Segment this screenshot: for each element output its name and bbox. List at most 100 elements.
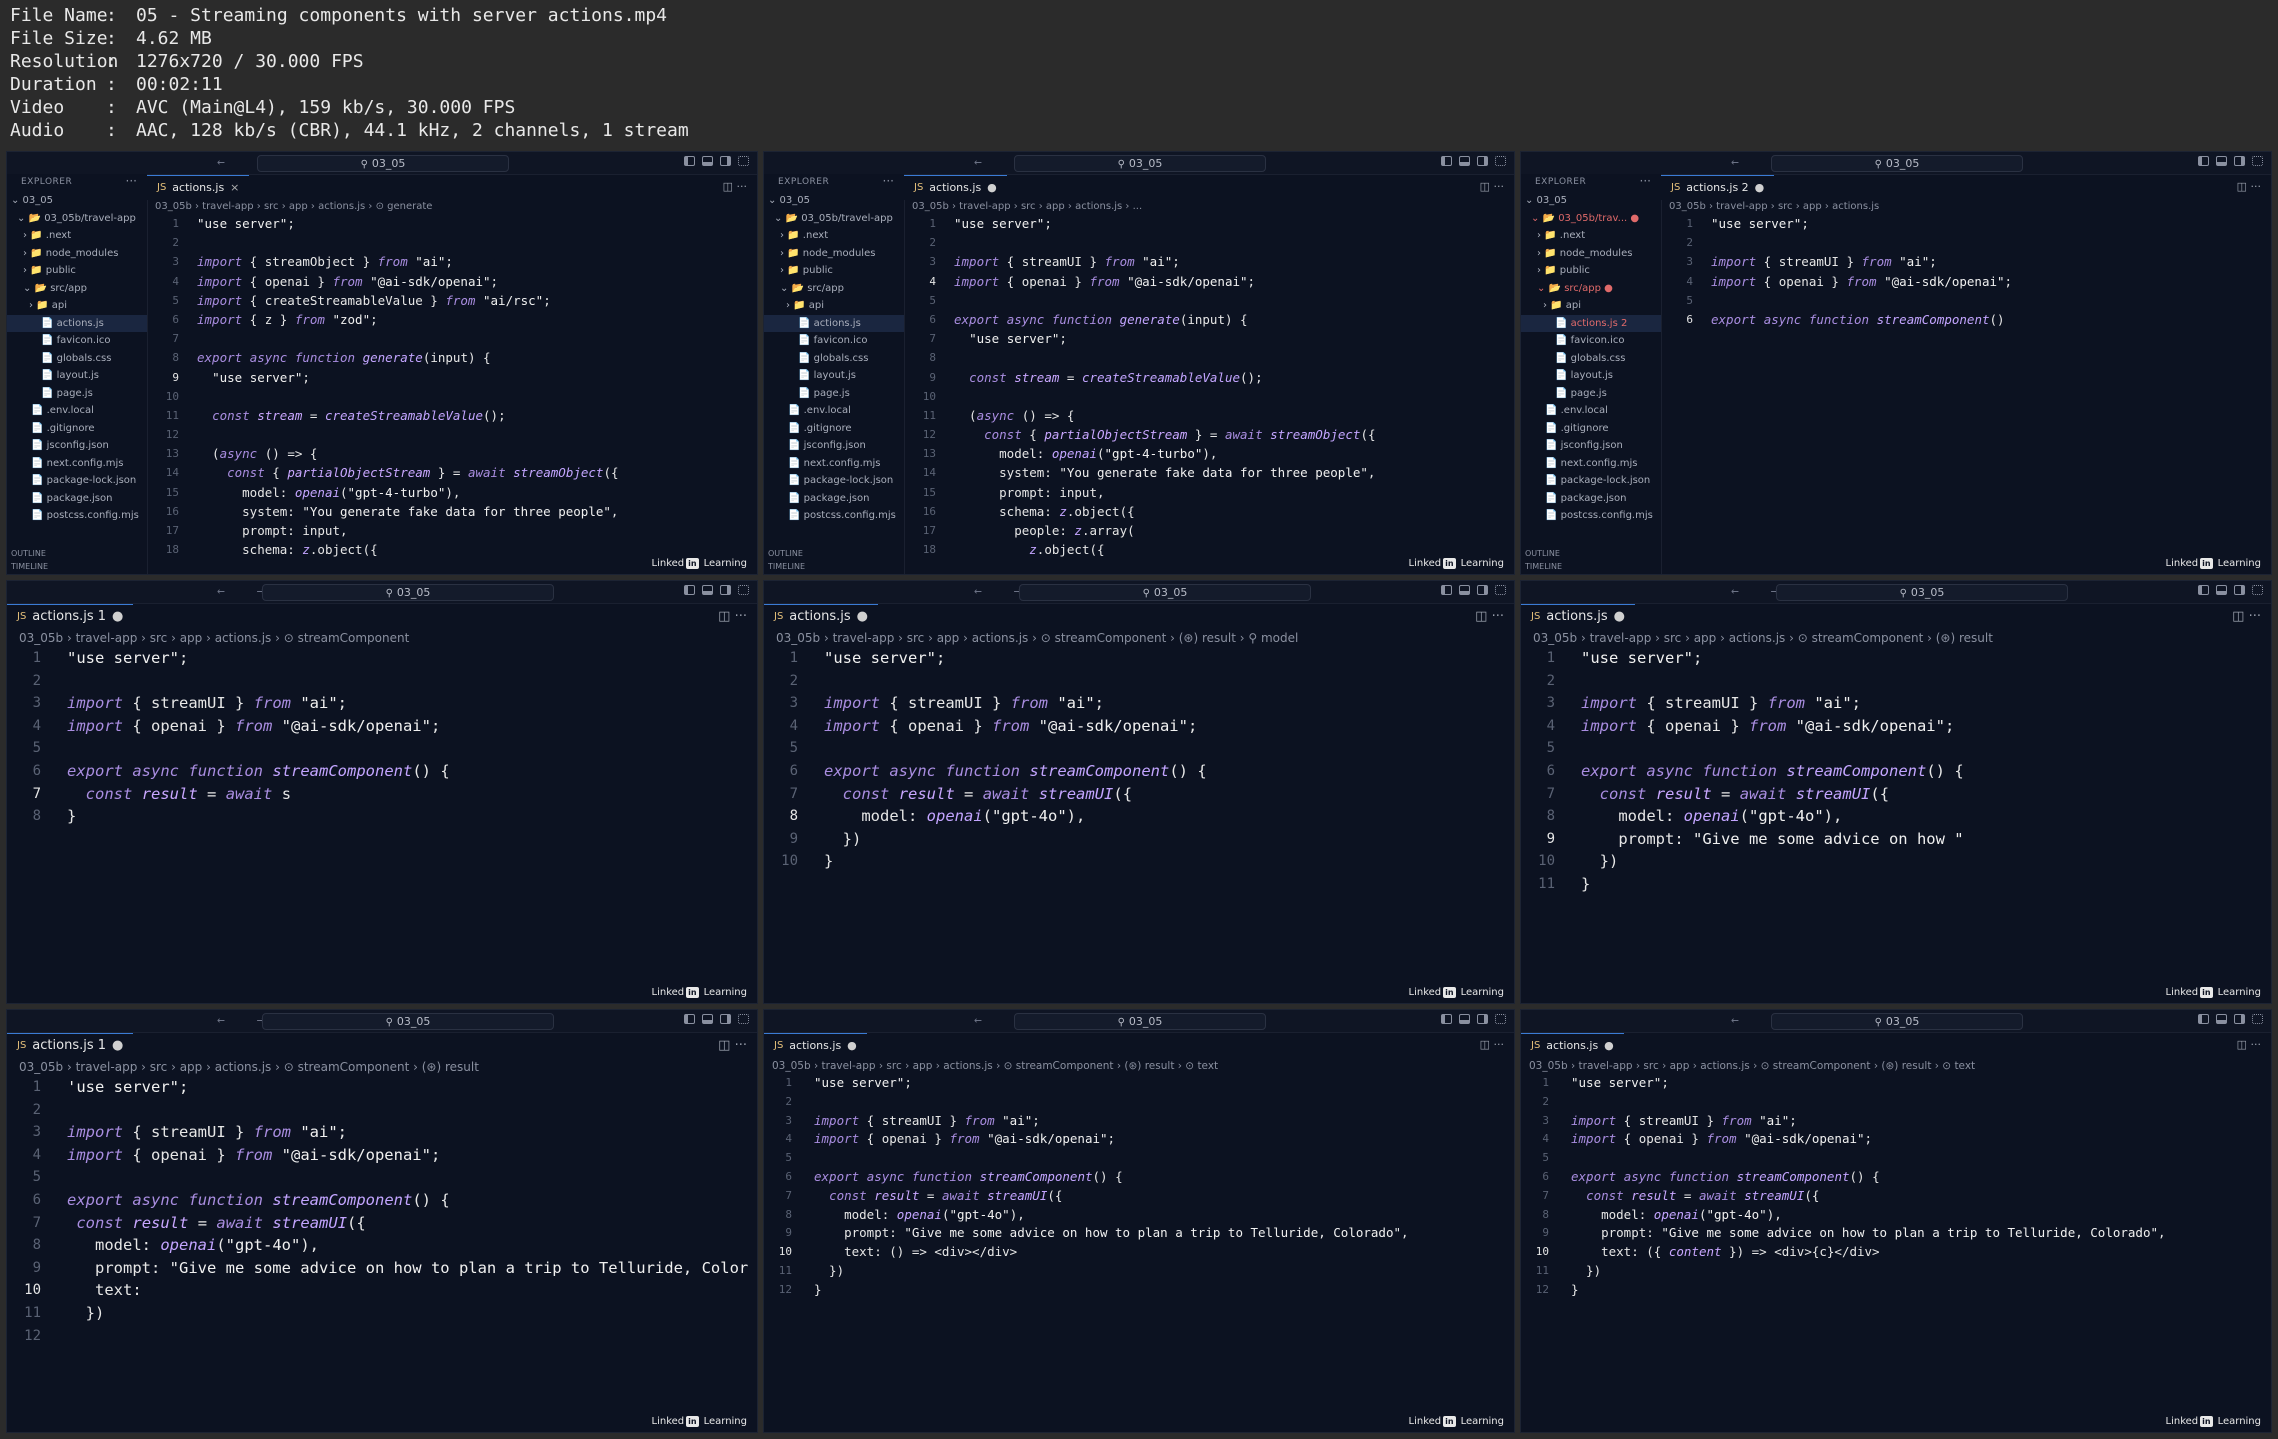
file-tree-item[interactable]: 📄 favicon.ico xyxy=(1521,332,1661,350)
file-tree-item[interactable]: 📄 jsconfig.json xyxy=(7,437,147,455)
file-tree-item[interactable]: 📄 layout.js xyxy=(7,367,147,385)
command-search[interactable]: ⚲ 03_05 xyxy=(1771,155,2023,172)
file-tree-item[interactable]: 📄 package-lock.json xyxy=(1521,472,1661,490)
breadcrumb[interactable]: 03_05b › travel-app › src › app › action… xyxy=(7,629,757,647)
file-tree-item[interactable]: ⌄ 03_05 xyxy=(7,192,147,210)
split-editor-icon[interactable]: ◫ xyxy=(1480,1038,1494,1051)
file-tree-item[interactable]: 📄 package.json xyxy=(764,490,904,508)
command-search[interactable]: ⚲ 03_05 xyxy=(262,584,554,601)
file-tree-item[interactable]: 📄 postcss.config.mjs xyxy=(1521,507,1661,525)
file-tree-item[interactable]: 📄 favicon.ico xyxy=(7,332,147,350)
toggle-sidebar-icon[interactable] xyxy=(684,585,695,595)
more-actions-icon[interactable]: ··· xyxy=(2249,609,2261,624)
more-actions-icon[interactable]: ··· xyxy=(1494,1038,1505,1051)
file-tree-item[interactable]: › 📁 .next xyxy=(7,227,147,245)
file-tree-item[interactable]: 📄 next.config.mjs xyxy=(764,455,904,473)
file-tree-item[interactable]: ⌄ 📂 03_05b/travel-app xyxy=(7,210,147,228)
file-tree-item[interactable]: › 📁 public xyxy=(764,262,904,280)
tab-actions-js[interactable]: JS actions.js ● xyxy=(1521,1033,1624,1058)
code-editor[interactable]: 1 "use server"; 2 3 import { streamUI } from… xyxy=(1661,214,2271,574)
split-editor-icon[interactable]: ◫ xyxy=(723,180,737,193)
toggle-sidebar-icon[interactable] xyxy=(1441,1014,1452,1024)
toggle-panel-icon[interactable] xyxy=(702,156,713,166)
toggle-secondary-sidebar-icon[interactable] xyxy=(720,585,731,595)
more-icon[interactable]: ··· xyxy=(883,174,894,188)
unsaved-dot-icon[interactable]: ● xyxy=(112,605,123,629)
file-tree-item[interactable]: 📄 .env.local xyxy=(764,402,904,420)
toggle-panel-icon[interactable] xyxy=(2216,1014,2227,1024)
customize-layout-icon[interactable] xyxy=(1495,156,1506,166)
file-tree-item[interactable]: ⌄ 📂 src/app ● xyxy=(1521,280,1661,298)
file-tree-item[interactable]: 📄 .env.local xyxy=(1521,402,1661,420)
file-tree-item[interactable]: 📄 favicon.ico xyxy=(764,332,904,350)
toggle-secondary-sidebar-icon[interactable] xyxy=(2234,1014,2245,1024)
file-tree-item[interactable]: 📄 layout.js xyxy=(764,367,904,385)
breadcrumb[interactable]: 03_05b › travel-app › src › app › action… xyxy=(1521,1058,2271,1074)
file-tree-item[interactable]: › 📁 node_modules xyxy=(1521,245,1661,263)
file-tree-item[interactable]: 📄 .gitignore xyxy=(7,420,147,438)
file-tree-item[interactable]: ⌄ 03_05 xyxy=(1521,192,1661,210)
file-tree-item[interactable]: ⌄ 📂 03_05b/trav... ● xyxy=(1521,210,1661,228)
file-tree-item[interactable]: 📄 globals.css xyxy=(7,350,147,368)
file-tree-item[interactable]: › 📁 .next xyxy=(1521,227,1661,245)
file-tree-item[interactable]: ⌄ 📂 03_05b/travel-app xyxy=(764,210,904,228)
toggle-panel-icon[interactable] xyxy=(702,1014,713,1024)
customize-layout-icon[interactable] xyxy=(2252,585,2263,595)
customize-layout-icon[interactable] xyxy=(2252,156,2263,166)
split-editor-icon[interactable]: ◫ xyxy=(718,609,734,624)
toggle-secondary-sidebar-icon[interactable] xyxy=(1477,1014,1488,1024)
file-tree-item[interactable]: › 📁 api xyxy=(764,297,904,315)
breadcrumb[interactable]: 03_05b › travel-app › src › app › action… xyxy=(147,200,757,214)
file-tree-item[interactable]: 📄 layout.js xyxy=(1521,367,1661,385)
breadcrumb[interactable]: 03_05b › travel-app › src › app › action… xyxy=(764,1058,1514,1074)
timeline-section[interactable]: TIMELINE xyxy=(1521,560,1661,573)
file-tree-item[interactable]: 📄 actions.js xyxy=(764,314,904,332)
customize-layout-icon[interactable] xyxy=(2252,1014,2263,1024)
tab-actions-js[interactable]: JS actions.js ● xyxy=(1521,604,1635,629)
customize-layout-icon[interactable] xyxy=(738,156,749,166)
file-tree-item[interactable]: ⌄ 03_05 xyxy=(764,192,904,210)
toggle-panel-icon[interactable] xyxy=(1459,585,1470,595)
more-actions-icon[interactable]: ··· xyxy=(737,180,748,193)
file-tree-item[interactable]: › 📁 node_modules xyxy=(764,245,904,263)
command-search[interactable]: ⚲ 03_05 xyxy=(1771,1013,2023,1030)
more-icon[interactable]: ··· xyxy=(126,174,137,188)
toggle-panel-icon[interactable] xyxy=(2216,156,2227,166)
file-tree-item[interactable]: › 📁 .next xyxy=(764,227,904,245)
customize-layout-icon[interactable] xyxy=(1495,1014,1506,1024)
file-tree-item[interactable]: 📄 .gitignore xyxy=(764,420,904,438)
toggle-sidebar-icon[interactable] xyxy=(2198,585,2209,595)
file-tree-item[interactable]: 📄 page.js xyxy=(7,385,147,403)
code-editor[interactable]: 1 "use server"; 2 3 import { streamUI } from… xyxy=(7,647,757,1003)
toggle-sidebar-icon[interactable] xyxy=(684,1014,695,1024)
file-tree-item[interactable]: › 📁 public xyxy=(7,262,147,280)
tab-actions-js[interactable]: JS actions.js ● xyxy=(764,604,878,629)
outline-section[interactable]: OUTLINE xyxy=(7,547,147,560)
code-editor[interactable]: 1 "use server"; 2 3 import { streamUI } from… xyxy=(1521,1074,2271,1432)
breadcrumb[interactable]: 03_05b › travel-app › src › app › action… xyxy=(904,200,1514,214)
toggle-panel-icon[interactable] xyxy=(2216,585,2227,595)
more-actions-icon[interactable]: ··· xyxy=(2251,1038,2262,1051)
toggle-secondary-sidebar-icon[interactable] xyxy=(720,156,731,166)
unsaved-dot-icon[interactable]: ● xyxy=(1755,176,1765,200)
customize-layout-icon[interactable] xyxy=(738,585,749,595)
file-tree-item[interactable]: › 📁 public xyxy=(1521,262,1661,280)
file-tree-item[interactable]: ⌄ 📂 src/app xyxy=(764,280,904,298)
file-tree-item[interactable]: ⌄ 📂 src/app xyxy=(7,280,147,298)
file-tree-item[interactable]: 📄 jsconfig.json xyxy=(1521,437,1661,455)
code-editor[interactable]: 1 'use server"; 2 3 import { streamUI } from… xyxy=(7,1076,757,1432)
split-editor-icon[interactable]: ◫ xyxy=(2237,180,2251,193)
file-tree-item[interactable]: 📄 .env.local xyxy=(7,402,147,420)
command-search[interactable]: ⚲ 03_05 xyxy=(1019,584,1311,601)
unsaved-dot-icon[interactable]: ● xyxy=(1604,1034,1614,1058)
code-editor[interactable]: 1 "use server"; 2 3 import { streamUI } from… xyxy=(764,647,1514,1003)
file-tree-item[interactable]: 📄 jsconfig.json xyxy=(764,437,904,455)
file-tree-item[interactable]: › 📁 api xyxy=(1521,297,1661,315)
tab-actions-js[interactable]: JS actions.js ● xyxy=(764,1033,867,1058)
breadcrumb[interactable]: 03_05b › travel-app › src › app › action… xyxy=(7,1058,757,1076)
timeline-section[interactable]: TIMELINE xyxy=(764,560,904,573)
file-tree-item[interactable]: 📄 actions.js 2 xyxy=(1521,314,1661,332)
toggle-secondary-sidebar-icon[interactable] xyxy=(720,1014,731,1024)
file-tree-item[interactable]: 📄 next.config.mjs xyxy=(1521,455,1661,473)
command-search[interactable]: ⚲ 03_05 xyxy=(1014,1013,1266,1030)
